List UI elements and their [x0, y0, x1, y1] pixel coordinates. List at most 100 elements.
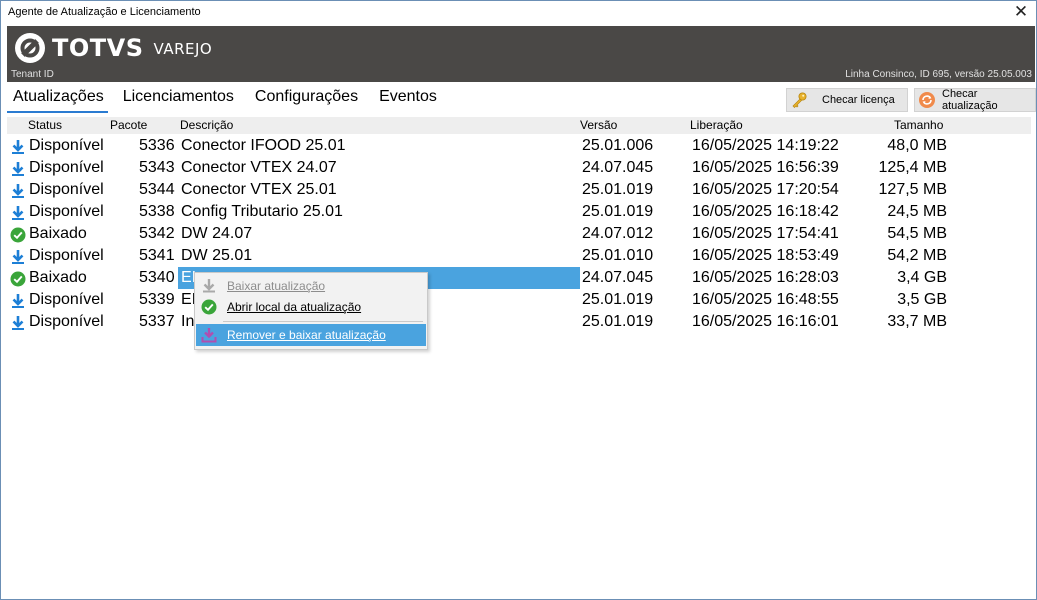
refresh-icon: [918, 91, 936, 109]
row-size: 125,4 MB: [878, 159, 947, 176]
row-version: 24.07.012: [582, 225, 654, 242]
tray-download-icon: [201, 327, 217, 343]
row-release: 16/05/2025 18:53:49: [692, 247, 839, 264]
row-version: 25.01.010: [582, 247, 654, 264]
row-size: 24,5 MB: [887, 203, 947, 220]
app-window: Agente de Atualização e Licenciamento ✕ …: [0, 0, 1037, 600]
table-row[interactable]: Disponível 5343 Conector VTEX 24.07 24.07.0…: [7, 157, 1031, 179]
check-circle-icon: [10, 227, 26, 243]
table-row[interactable]: Disponível 5339 EI 25.01.019 16/05/2025 16:4…: [7, 289, 1031, 311]
row-description: Conector VTEX 25.01: [181, 181, 337, 198]
updates-table: Disponível 5336 Conector IFOOD 25.01 25.01.…: [7, 135, 1031, 333]
row-description: Conector VTEX 24.07: [181, 159, 337, 176]
table-row[interactable]: Disponível 5338 Config Tributario 25.01 25.…: [7, 201, 1031, 223]
row-size: 33,7 MB: [887, 313, 947, 330]
tab-configuracoes[interactable]: Configurações: [255, 87, 358, 113]
row-version: 25.01.019: [582, 203, 654, 220]
download-icon: [10, 183, 26, 199]
check-circle-icon: [201, 299, 217, 315]
check-update-button[interactable]: Checar atualização: [914, 88, 1036, 112]
brand-name: TOTVS: [52, 34, 144, 62]
window-title: Agente de Atualização e Licenciamento: [8, 6, 201, 18]
row-description: DW 24.07: [181, 225, 253, 242]
row-status: Disponível: [29, 291, 104, 308]
totvs-logo-icon: [15, 33, 45, 63]
table-row[interactable]: Baixado 5342 DW 24.07 24.07.012 16/05/2025 1…: [7, 223, 1031, 245]
row-release: 16/05/2025 17:54:41: [692, 225, 839, 242]
download-icon: [10, 205, 26, 221]
menu-item-abrir-local[interactable]: Abrir local da atualização: [196, 296, 426, 318]
row-package: 5343: [139, 159, 175, 176]
download-icon: [10, 161, 26, 177]
row-description: Conector IFOOD 25.01: [181, 137, 346, 154]
tab-licenciamentos[interactable]: Licenciamentos: [123, 87, 234, 113]
row-size: 3,4 GB: [897, 269, 947, 286]
row-status: Disponível: [29, 181, 104, 198]
row-status: Disponível: [29, 137, 104, 154]
row-size: 54,5 MB: [887, 225, 947, 242]
check-license-button[interactable]: Checar licença: [786, 88, 908, 112]
row-version: 25.01.019: [582, 181, 654, 198]
menu-item-baixar-atualizacao[interactable]: Baixar atualização: [196, 275, 426, 297]
row-package: 5340: [139, 269, 175, 286]
table-header: Status Pacote Descrição Versão Liberação…: [7, 117, 1031, 134]
row-package: 5344: [139, 181, 175, 198]
row-version: 25.01.019: [582, 291, 654, 308]
header-package[interactable]: Pacote: [110, 118, 147, 132]
close-icon[interactable]: ✕: [1010, 2, 1032, 22]
download-icon: [10, 139, 26, 155]
tenant-id-label: Tenant ID: [11, 69, 54, 80]
row-size: 54,2 MB: [887, 247, 947, 264]
row-description: Config Tributario 25.01: [181, 203, 343, 220]
menu-item-label: Baixar atualização: [227, 279, 326, 293]
table-row[interactable]: Baixado 5340 EI 24.07.045 16/05/2025 16:28:0…: [7, 267, 1031, 289]
row-description: DW 25.01: [181, 247, 253, 264]
row-status: Disponível: [29, 313, 104, 330]
row-package: 5341: [139, 247, 175, 264]
header-description[interactable]: Descrição: [180, 118, 233, 132]
tab-atualizacoes[interactable]: Atualizações: [7, 87, 108, 113]
row-status: Disponível: [29, 203, 104, 220]
header-release[interactable]: Liberação: [690, 118, 743, 132]
row-description: In: [181, 313, 195, 330]
tab-eventos[interactable]: Eventos: [379, 87, 437, 113]
row-size: 48,0 MB: [887, 137, 947, 154]
brand-sub: VAREJO: [153, 40, 213, 58]
check-circle-icon: [10, 271, 26, 287]
row-release: 16/05/2025 16:16:01: [692, 313, 839, 330]
row-version: 24.07.045: [582, 269, 654, 286]
brand-banner: TOTVS VAREJO Tenant ID Linha Consinco, I…: [7, 26, 1035, 82]
row-release: 16/05/2025 16:48:55: [692, 291, 839, 308]
row-version: 24.07.045: [582, 159, 654, 176]
row-version: 25.01.019: [582, 313, 654, 330]
row-size: 3,5 GB: [897, 291, 947, 308]
download-icon: [10, 293, 26, 309]
main-tabs: Atualizações Licenciamentos Configuraçõe…: [7, 87, 458, 113]
menu-separator: [223, 321, 423, 322]
row-status: Disponível: [29, 247, 104, 264]
menu-item-label: Abrir local da atualização: [227, 300, 362, 314]
check-update-label: Checar atualização: [942, 88, 998, 112]
menu-item-remover-e-baixar[interactable]: Remover e baixar atualização: [196, 324, 426, 346]
row-status: Baixado: [29, 225, 87, 242]
download-icon: [10, 249, 26, 265]
header-size[interactable]: Tamanho: [894, 118, 943, 132]
row-package: 5339: [139, 291, 175, 308]
context-menu: Baixar atualização Abrir local da atuali…: [194, 272, 428, 350]
table-row[interactable]: Disponível 5336 Conector IFOOD 25.01 25.01.…: [7, 135, 1031, 157]
header-status[interactable]: Status: [28, 118, 62, 132]
table-row[interactable]: Disponível 5344 Conector VTEX 25.01 25.01.0…: [7, 179, 1031, 201]
table-row[interactable]: Disponível 5337 In 25.01.019 16/05/2025 16:1…: [7, 311, 1031, 333]
row-package: 5337: [139, 313, 175, 330]
download-icon: [201, 278, 217, 294]
menu-item-label: Remover e baixar atualização: [227, 328, 386, 342]
row-size: 127,5 MB: [878, 181, 947, 198]
row-release: 16/05/2025 16:18:42: [692, 203, 839, 220]
table-row[interactable]: Disponível 5341 DW 25.01 25.01.010 16/05/202…: [7, 245, 1031, 267]
row-package: 5336: [139, 137, 175, 154]
row-status: Disponível: [29, 159, 104, 176]
row-status: Baixado: [29, 269, 87, 286]
row-package: 5338: [139, 203, 175, 220]
totvs-logo: TOTVS VAREJO: [14, 32, 212, 64]
header-version[interactable]: Versão: [580, 118, 617, 132]
